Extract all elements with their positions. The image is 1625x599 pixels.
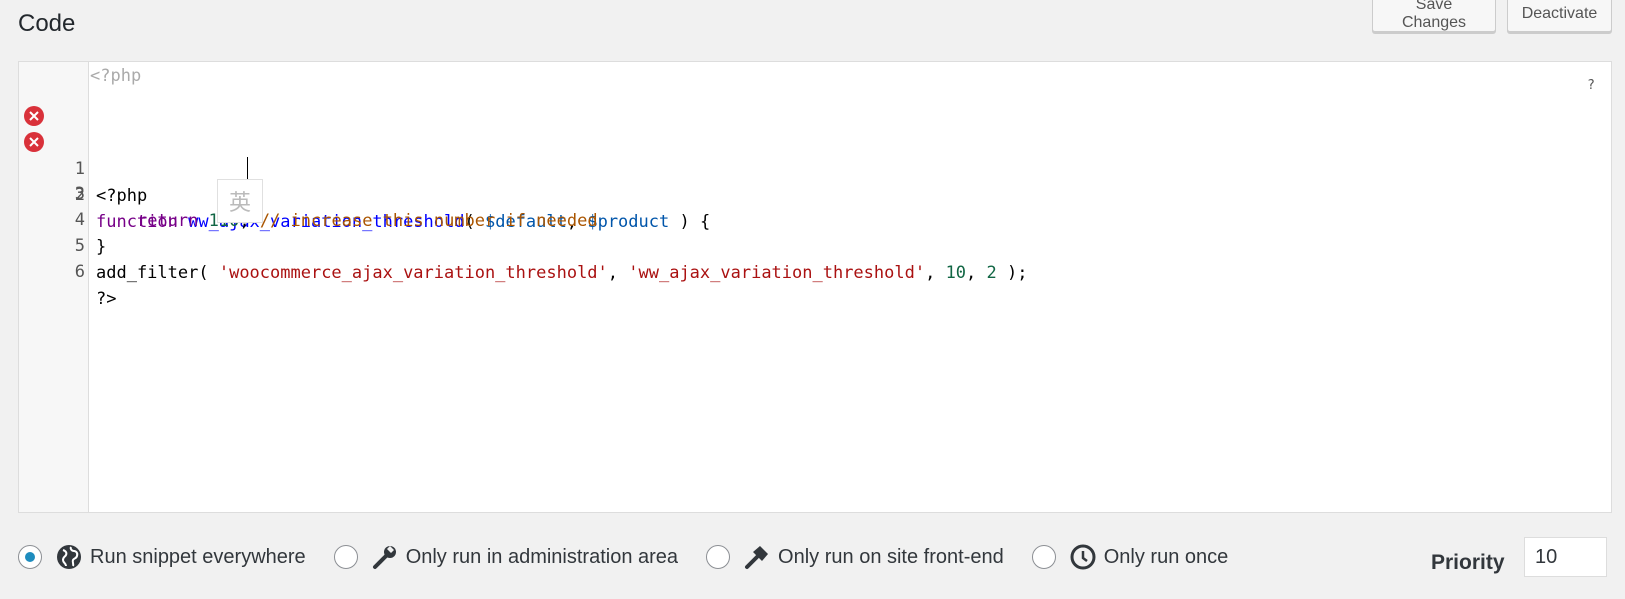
code-line: 1 <?php: [19, 102, 1611, 206]
priority-label: Priority: [1431, 551, 1505, 574]
priority-input[interactable]: [1524, 537, 1607, 577]
text-cursor: [247, 157, 248, 179]
page-title: Code: [18, 10, 76, 37]
clock-icon: [1070, 544, 1096, 570]
scope-option-everywhere[interactable]: Run snippet everywhere: [18, 544, 306, 570]
code-line: 3 return 110; // increase this number if…: [19, 154, 1611, 231]
scope-label: Only run on site front-end: [778, 545, 1004, 568]
editor-placeholder: <?php: [90, 66, 142, 86]
code-token: 10: [945, 263, 967, 283]
code-token: ,: [966, 263, 987, 283]
code-token: 2: [986, 263, 997, 283]
code-token: 'ww_ajax_variation_threshold': [628, 263, 926, 283]
scope-options: Run snippet everywhere Only run in admin…: [18, 538, 1256, 576]
code-token: );: [996, 263, 1028, 283]
scope-option-admin[interactable]: Only run in administration area: [333, 544, 679, 570]
error-icon: [24, 106, 44, 126]
code-token: ?>: [96, 289, 117, 309]
hammer-icon: [744, 544, 770, 570]
scope-label: Only run once: [1103, 545, 1229, 568]
code-line: 6 ?>: [19, 232, 1611, 309]
scope-label: Run snippet everywhere: [90, 545, 306, 568]
code-token: 'woocommerce_ajax_variation_threshold': [218, 263, 608, 283]
save-changes-button[interactable]: Save Changes: [1372, 0, 1496, 32]
radio-button[interactable]: [706, 545, 731, 569]
code-line: 2 function ww_ajax_variation_threshold( …: [19, 128, 1611, 232]
globe-icon: [56, 544, 82, 570]
radio-button[interactable]: [1031, 545, 1056, 569]
ime-indicator: 英: [217, 179, 263, 223]
radio-button[interactable]: [333, 545, 358, 569]
scope-option-frontend[interactable]: Only run on site front-end: [706, 544, 1004, 570]
scope-option-once[interactable]: Only run once: [1031, 544, 1229, 570]
wrench-icon: [372, 544, 398, 570]
code-editor[interactable]: <?php ? 1 <?php 2 function ww_ajax_varia…: [18, 61, 1612, 513]
line-number: 6: [74, 262, 85, 282]
code-token: add_filter(: [96, 263, 209, 283]
radio-button[interactable]: [18, 545, 42, 569]
deactivate-button[interactable]: Deactivate: [1507, 0, 1612, 32]
code-token: ,: [925, 263, 946, 283]
scope-label: Only run in administration area: [405, 545, 679, 568]
error-icon: [24, 132, 44, 152]
code-token: ,: [607, 263, 629, 283]
help-link[interactable]: ?: [1587, 78, 1595, 93]
